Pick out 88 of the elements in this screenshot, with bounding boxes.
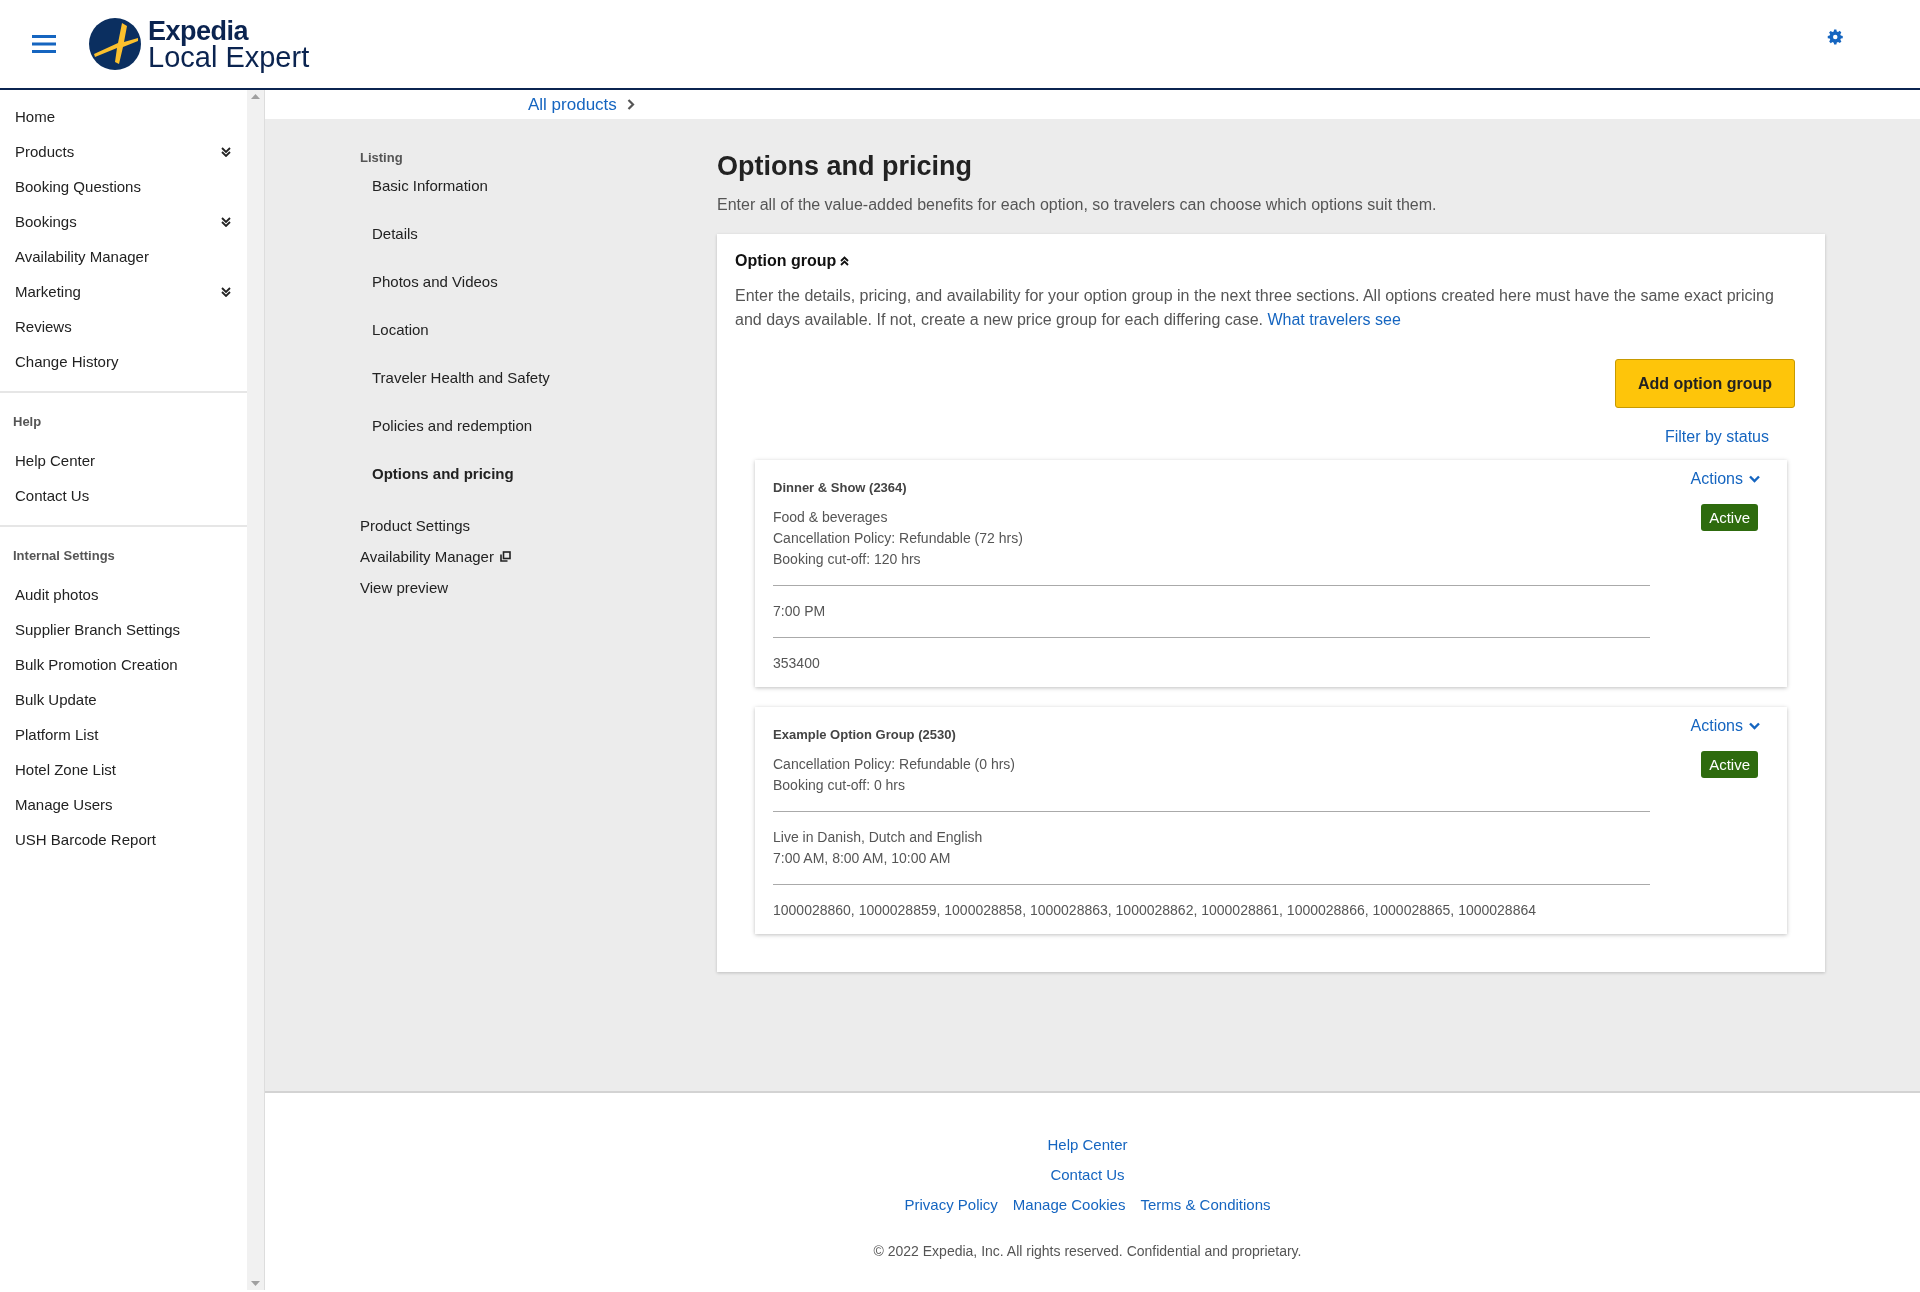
page-description: Enter all of the value-added benefits for each option, so travelers can choose which options suit them. [717,196,1438,214]
sidebar-item-label: Bookings [15,213,77,230]
copyright-text: © 2022 Expedia, Inc. All rights reserved. Confidential and proprietary. [873,1243,1302,1259]
sidebar-item-label: Change History [15,353,119,370]
option-detail: Cancellation Policy: Refundable (72 hrs) [773,529,1024,548]
sidebar-item[interactable]: Marketing [0,274,247,309]
footer-link[interactable]: Help Center [1047,1135,1128,1153]
option-detail: Cancellation Policy: Refundable (0 hrs) [773,755,1016,774]
section-heading: Internal Settings [12,547,116,565]
section-title[interactable]: Option group [735,252,837,270]
product-nav-link[interactable]: Availability Manager [360,548,494,565]
product-nav-item[interactable]: Policies and redemption [360,415,717,463]
sidebar-item-label: Home [15,108,55,125]
sidebar-item[interactable]: Hotel Zone List [0,752,247,787]
actions-dropdown[interactable]: Actions [1690,470,1743,488]
section-heading: Help [12,413,43,431]
sidebar-item[interactable]: Contact Us [0,478,247,513]
footer-link[interactable]: Terms & Conditions [1140,1195,1271,1213]
sidebar-item[interactable]: Bookings [0,204,247,239]
sidebar-item-label: Bulk Promotion Creation [15,656,178,673]
product-nav-item[interactable]: Options and pricing [360,463,717,511]
option-detail: 1000028860, 1000028859, 1000028858, 1000028863, 1000028862, 1000028861, 1000028866, 1000028865, 1000028864 [773,901,1537,920]
product-nav-item[interactable]: Traveler Health and Safety [360,367,717,415]
chevron-down-icon[interactable] [1749,722,1760,730]
sidebar-item[interactable]: Bulk Promotion Creation [0,647,247,682]
sidebar-item-label: Supplier Branch Settings [15,621,181,638]
sidebar-item-label: Marketing [15,283,81,300]
product-nav-item[interactable]: Basic Information [360,175,717,223]
sidebar-item[interactable]: Products [0,134,247,169]
sidebar-item[interactable]: USH Barcode Report [0,822,247,857]
double-chevron-up-icon[interactable] [840,256,850,266]
product-nav-link[interactable]: Product Settings [360,517,471,534]
sidebar-item[interactable]: Supplier Branch Settings [0,612,247,647]
option-name: Example Option Group (2530) [773,727,957,742]
option-detail: 353400 [773,654,821,673]
option-detail: Booking cut-off: 120 hrs [773,550,922,569]
sidebar-item-label: Audit photos [15,586,99,603]
sidebar-item[interactable]: Reviews [0,309,247,344]
sidebar-item-label: USH Barcode Report [15,831,156,848]
sidebar-item-label: Hotel Zone List [15,761,116,778]
option-detail: Food & beverages [773,508,889,527]
product-nav-item[interactable]: Photos and Videos [360,271,717,319]
footer-link[interactable]: Privacy Policy [904,1195,998,1213]
option-detail: Live in Danish, Dutch and English [773,828,984,847]
status-badge: Active [1701,751,1758,778]
sidebar-item[interactable]: Home [0,99,247,134]
sidebar-item-label: Contact Us [15,487,90,504]
footer-link[interactable]: Contact Us [1050,1165,1125,1183]
settings-icon[interactable] [1827,28,1845,46]
external-link-icon [499,551,511,562]
filter-by-status-link[interactable]: Filter by status [1664,428,1769,446]
sidebar-item-label: Bulk Update [15,691,97,708]
product-nav-item[interactable]: Location [360,319,717,367]
breadcrumb-link[interactable]: All products [528,94,617,115]
sidebar-item[interactable]: Availability Manager [0,239,247,274]
sidebar-item-label: Availability Manager [15,248,149,265]
footer-link[interactable]: Manage Cookies [1012,1195,1126,1213]
section-description: Enter the details, pricing, and availability for your option group in the next three sections. All options created here must have the same exact pricing and days available. If not, create a new price group for each differing case. What travelers see [735,286,1775,330]
sidebar-item[interactable]: Manage Users [0,787,247,822]
sidebar-item[interactable]: Audit photos [0,577,247,612]
sidebar-item-label: Help Center [15,452,96,469]
sidebar-item[interactable]: Help Center [0,443,247,478]
sidebar-item[interactable]: Bulk Update [0,682,247,717]
sidebar-item[interactable]: Booking Questions [0,169,247,204]
add-option-group-button[interactable]: Add option group [1615,359,1795,408]
chevron-down-icon[interactable] [1749,475,1760,483]
sidebar-item[interactable]: Platform List [0,717,247,752]
product-nav-link[interactable]: View preview [360,579,449,596]
actions-dropdown[interactable]: Actions [1690,717,1743,735]
sidebar-item[interactable]: Change History [0,344,247,379]
status-badge: Active [1701,504,1758,531]
nav-heading: Listing [360,150,404,165]
what-travelers-see-link[interactable]: What travelers see [1267,311,1401,328]
product-nav-item[interactable]: Details [360,223,717,271]
option-detail: 7:00 AM, 8:00 AM, 10:00 AM [773,849,952,868]
plane-logo-icon [88,17,142,71]
option-detail: 7:00 PM [773,602,827,621]
chevron-right-icon [626,99,635,110]
logo-text: Expedia [148,18,250,44]
sidebar-item-label: Platform List [15,726,99,743]
sidebar-item-label: Reviews [15,318,72,335]
sidebar-item-label: Manage Users [15,796,113,813]
sidebar-item-label: Booking Questions [15,178,141,195]
page-title: Options and pricing [717,151,973,182]
option-name: Dinner & Show (2364) [773,480,908,495]
menu-icon[interactable] [32,34,56,54]
sidebar-item-label: Products [15,143,75,160]
option-detail: Booking cut-off: 0 hrs [773,776,907,795]
